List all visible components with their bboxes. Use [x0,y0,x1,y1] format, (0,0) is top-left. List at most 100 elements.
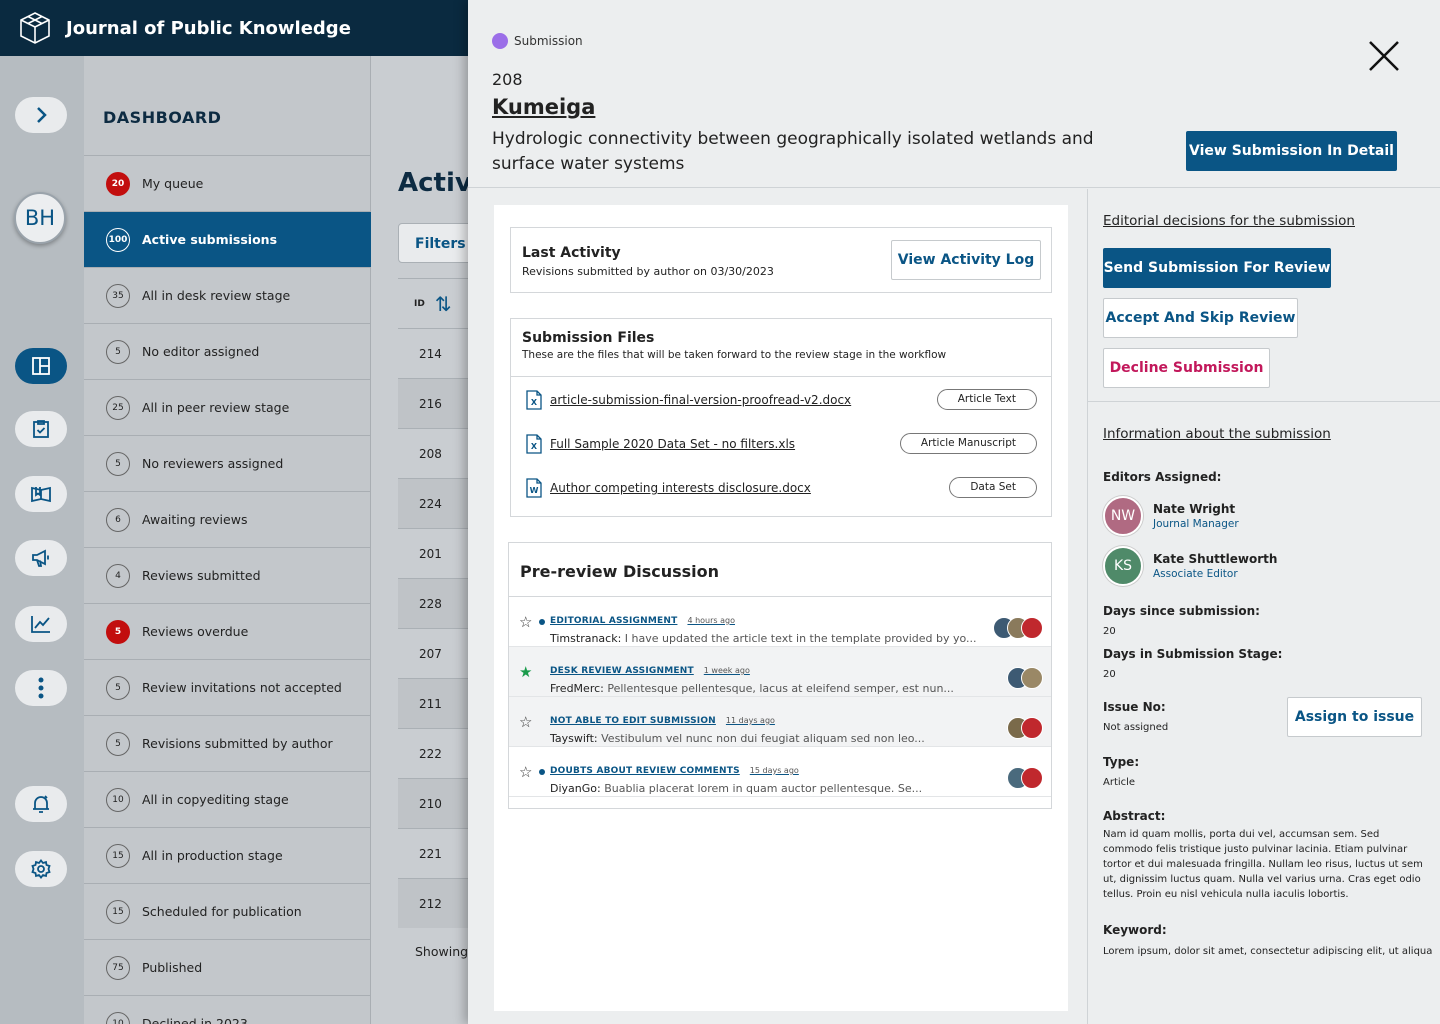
nav-statistics-button[interactable] [15,606,67,642]
count-badge: 4 [106,563,130,588]
discussion-author: Timstranack: [550,632,622,645]
sidebar-item[interactable]: 100 Active submissions [84,211,371,267]
assign-to-issue-button[interactable]: Assign to issue [1287,697,1422,737]
decline-submission-button[interactable]: Decline Submission [1103,348,1270,388]
file-name-link[interactable]: Author competing interests disclosure.do… [550,481,811,495]
unread-dot-icon [539,619,545,625]
nav-dashboard-button[interactable] [15,348,67,384]
sidebar-item[interactable]: 15 All in production stage [84,827,371,883]
file-name-link[interactable]: article-submission-final-version-proofre… [550,393,851,407]
participants [1007,667,1043,689]
table-row[interactable]: 216 [398,378,468,428]
discussion-time: 11 days ago [725,716,775,725]
send-for-review-button[interactable]: Send Submission For Review [1103,248,1331,288]
star-icon[interactable]: ☆ [519,763,532,781]
table-row[interactable]: 224 [398,478,468,528]
table-row[interactable]: 211 [398,678,468,728]
sidebar-item[interactable]: 25 All in peer review stage [84,379,371,435]
sidebar-item[interactable]: 5 No editor assigned [84,323,371,379]
expand-menu-button[interactable] [15,97,67,133]
id-column-header[interactable]: ID ⇅ [398,278,468,328]
sort-arrows-icon[interactable]: ⇅ [435,292,452,316]
close-icon[interactable] [1366,38,1402,74]
sidebar-item-label: Active submissions [142,232,278,247]
submission-info-column: Editorial decisions for the submission S… [1087,189,1440,1024]
issue-value: Not assigned [1103,722,1169,733]
nav-announcements-button[interactable] [15,540,67,576]
sidebar-item[interactable]: 4 Reviews submitted [84,547,371,603]
sidebar-item-label: Reviews submitted [142,568,261,583]
discussion-title-link[interactable]: DESK REVIEW ASSIGNMENT 1 week ago [550,666,750,676]
table-row[interactable]: 221 [398,828,468,878]
star-icon[interactable]: ★ [519,663,532,681]
table-row[interactable]: 210 [398,778,468,828]
view-activity-log-button[interactable]: View Activity Log [891,240,1041,280]
sidebar-item-label: Published [142,960,203,975]
table-row[interactable]: 201 [398,528,468,578]
submission-author[interactable]: Kumeiga [492,95,595,119]
editor-details: Kate Shuttleworth Associate Editor [1153,552,1277,580]
editor-item: KS Kate Shuttleworth Associate Editor [1103,546,1277,586]
star-icon[interactable]: ☆ [519,713,532,731]
file-name-link[interactable]: Full Sample 2020 Data Set - no filters.x… [550,437,795,451]
pagination-showing: Showing [415,944,468,959]
more-options-button[interactable] [15,670,67,706]
sidebar-item[interactable]: 5 Reviews overdue [84,603,371,659]
submission-files-card: Submission Files These are the files tha… [510,318,1052,517]
sidebar-item[interactable]: 6 Awaiting reviews [84,491,371,547]
sidebar-item[interactable]: 10 Declined in 2023 [84,995,371,1024]
user-avatar[interactable]: BH [14,192,66,244]
journal-logo-icon[interactable] [18,11,52,45]
filters-button[interactable]: Filters [398,223,468,263]
table-row[interactable]: 212 [398,878,468,928]
decisions-heading[interactable]: Editorial decisions for the submission [1103,213,1355,229]
discussion-preview: Tayswift: Vestibulum vel nunc non dui fe… [550,732,925,745]
sidebar-item[interactable]: 5 No reviewers assigned [84,435,371,491]
discussion-title-link[interactable]: NOT ABLE TO EDIT SUBMISSION 11 days ago [550,716,775,726]
icon-rail: BH [0,56,84,1024]
accept-skip-review-button[interactable]: Accept And Skip Review [1103,298,1298,338]
abstract-text: Nam id quam mollis, porta dui vel, accum… [1103,829,1423,900]
nav-tasks-button[interactable] [15,411,67,447]
discussion-time: 1 week ago [703,666,750,675]
nav-library-button[interactable] [15,476,67,512]
sidebar-item[interactable]: 75 Published [84,939,371,995]
count-badge: 15 [106,899,130,924]
sidebar-item-label: Revisions submitted by author [142,736,333,751]
editor-details: Nate Wright Journal Manager [1153,502,1239,530]
table-row[interactable]: 207 [398,628,468,678]
info-heading[interactable]: Information about the submission [1103,426,1331,442]
files-heading: Submission Files [522,330,655,346]
table-row[interactable]: 208 [398,428,468,478]
table-row[interactable]: 222 [398,728,468,778]
chevron-right-icon [37,107,47,123]
excel-file-icon: X [526,390,542,410]
discussion-item[interactable]: ☆ EDITORIAL ASSIGNMENT 4 hours ago Timstran… [509,597,1051,647]
discussion-title-link[interactable]: EDITORIAL ASSIGNMENT 4 hours ago [550,616,735,626]
file-row: W Author competing interests disclosure.d… [511,466,1051,510]
sidebar-item[interactable]: 5 Revisions submitted by author [84,715,371,771]
discussion-title: EDITORIAL ASSIGNMENT [550,616,678,626]
discussion-item[interactable]: ☆ DOUBTS ABOUT REVIEW COMMENTS 15 days ago… [509,747,1051,797]
sidebar-item[interactable]: 15 Scheduled for publication [84,883,371,939]
star-icon[interactable]: ☆ [519,613,532,631]
discussion-item[interactable]: ★ DESK REVIEW ASSIGNMENT 1 week ago FredMer… [509,647,1051,697]
journal-title[interactable]: Journal of Public Knowledge [66,18,351,39]
discussion-title-link[interactable]: DOUBTS ABOUT REVIEW COMMENTS 15 days ago [550,766,799,776]
table-row[interactable]: 214 [398,328,468,378]
sidebar-item[interactable]: 5 Review invitations not accepted [84,659,371,715]
sidebar-item[interactable]: 20 My queue [84,155,371,211]
sidebar-item[interactable]: 10 All in copyediting stage [84,771,371,827]
submission-header: Submission 208 Kumeiga Hydrologic connec… [468,0,1440,188]
notifications-button[interactable] [15,786,67,822]
participant-avatar [1021,717,1043,739]
table-row[interactable]: 228 [398,578,468,628]
queue-list: 20 My queue 100 Active submissions 35 All in … [84,155,371,1024]
chart-line-icon [31,616,50,633]
view-submission-detail-button[interactable]: View Submission In Detail [1186,131,1397,171]
discussion-item[interactable]: ☆ NOT ABLE TO EDIT SUBMISSION 11 days ago T… [509,697,1051,747]
type-value: Article [1103,777,1136,788]
sidebar-item-label: All in production stage [142,848,283,863]
sidebar-item[interactable]: 35 All in desk review stage [84,267,371,323]
settings-button[interactable] [15,851,67,887]
